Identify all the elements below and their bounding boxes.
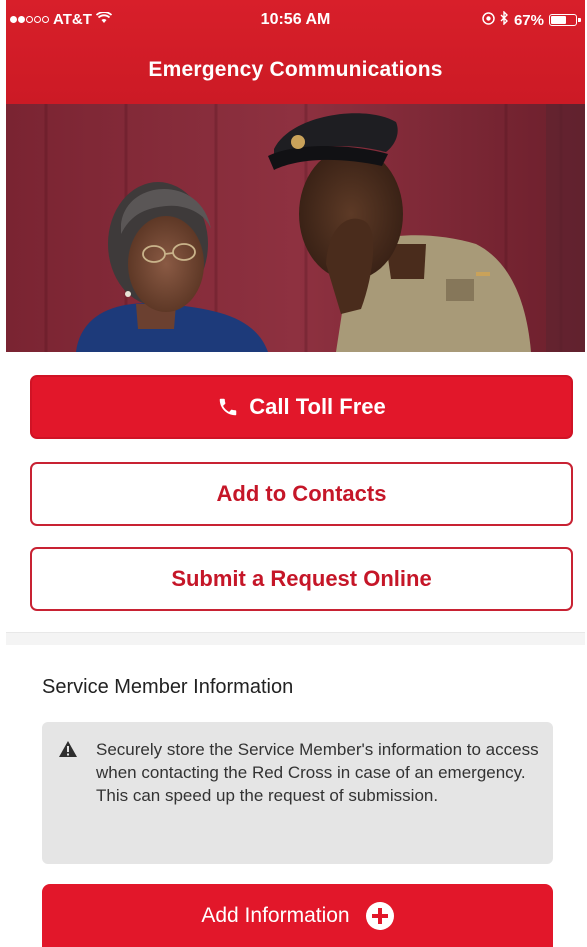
call-toll-free-button[interactable]: Call Toll Free (30, 375, 573, 439)
add-to-contacts-button[interactable]: Add to Contacts (30, 462, 573, 526)
battery-percent: 67% (513, 11, 544, 29)
section-divider (6, 632, 585, 645)
add-to-contacts-label: Add to Contacts (216, 481, 387, 506)
plus-circle-icon (365, 902, 394, 930)
submit-request-online-button[interactable]: Submit a Request Online (30, 547, 573, 611)
app-screen: AT&T 10:56 AM 67% Emergency Communicatio… (6, 0, 585, 947)
hero-image (6, 104, 585, 352)
app-header: AT&T 10:56 AM 67% Emergency Communicatio… (6, 0, 585, 104)
page-title: Emergency Communications (148, 58, 443, 81)
battery-icon (549, 14, 581, 26)
location-icon (482, 11, 495, 29)
service-member-notice-text: Securely store the Service Member's info… (96, 740, 539, 805)
call-toll-free-label: Call Toll Free (249, 394, 386, 419)
phone-icon (217, 396, 239, 418)
submit-request-online-label: Submit a Request Online (171, 566, 432, 591)
add-information-label: Add Information (201, 904, 350, 927)
bluetooth-icon (500, 10, 509, 29)
status-right: 67% (482, 10, 581, 29)
service-member-section-title: Service Member Information (42, 676, 294, 698)
add-information-button[interactable]: Add Information (42, 884, 553, 947)
status-bar: AT&T 10:56 AM 67% (6, 0, 585, 40)
service-member-notice: Securely store the Service Member's info… (42, 722, 553, 864)
warning-icon (58, 740, 78, 763)
